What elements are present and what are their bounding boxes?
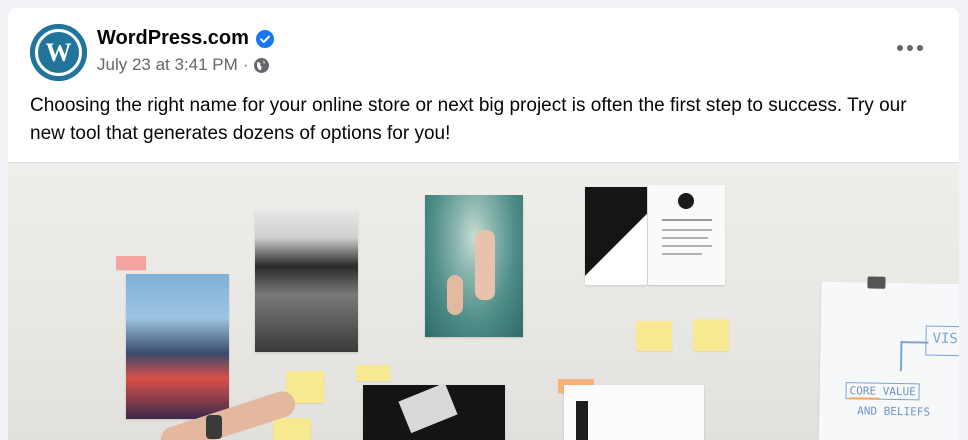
sticky-note [273,418,311,440]
sticky-note [693,319,729,351]
doc-line [662,237,708,239]
doc-line [662,229,712,231]
doc-logo [678,193,694,209]
city-night-photo [126,274,229,419]
page-name-link[interactable]: WordPress.com [97,27,249,50]
hands-teal-photo [425,195,523,337]
post-text: Choosing the right name for your online … [30,95,907,144]
sketch-arrow [899,341,903,372]
wordpress-logo-icon: W [30,24,87,81]
verified-check-icon [255,29,274,48]
bridge-photo [363,382,505,440]
svg-text:W: W [46,38,72,67]
post-meta: July 23 at 3:41 PM · [97,55,270,75]
sketch-arrow [900,341,929,344]
hand-shape [447,275,463,315]
doc-line [662,253,702,255]
clip [867,276,886,289]
doc-line [662,219,712,221]
sticky-note [636,321,672,351]
portrait-photo [255,209,358,352]
sketch-text-vis: VIS [932,330,958,348]
document-page [648,185,725,285]
doc-line [662,245,712,247]
sketch-text-beliefs: AND BELIEFS [857,404,931,419]
post-card: W WordPress.com July 23 at 3:41 PM · Cho… [8,8,959,440]
more-options-icon[interactable] [890,34,930,62]
sticky-note [356,365,390,381]
bridge-card [398,382,458,434]
post-image[interactable]: VIS CORE VALUE AND BELIEFS [8,162,959,440]
dark-panel [576,401,588,440]
meta-separator: · [242,55,249,74]
more-dot [907,45,913,51]
sketch-underline [849,397,880,400]
post-timestamp[interactable]: July 23 at 3:41 PM [97,55,238,75]
hand-shape [475,230,495,300]
whiteboard-sketch: VIS CORE VALUE AND BELIEFS [818,276,959,440]
sticky-note [116,256,146,270]
white-frame-photo [564,385,704,440]
black-photo [585,187,647,285]
page-avatar[interactable]: W [30,24,87,81]
globe-icon[interactable] [253,57,270,74]
more-dot [917,45,923,51]
watch-icon [206,415,222,439]
more-dot [897,45,903,51]
header-name-row: WordPress.com [97,27,274,50]
